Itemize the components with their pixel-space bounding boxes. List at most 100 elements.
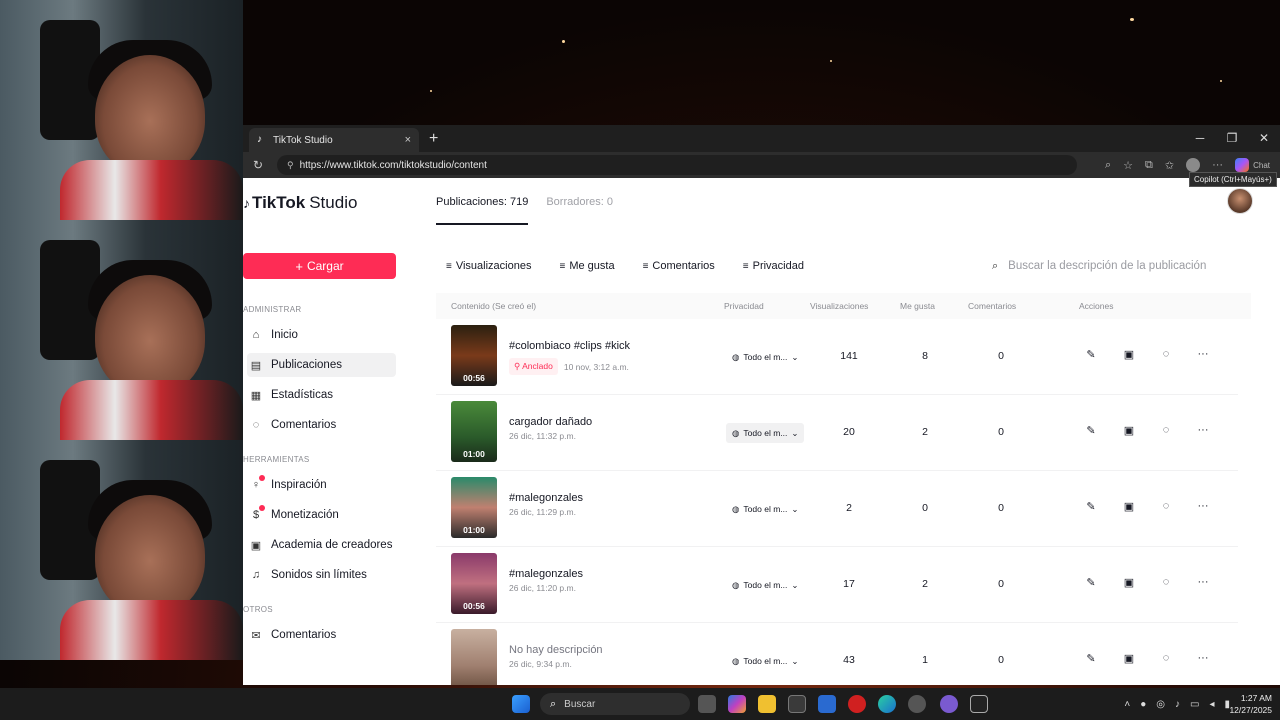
post-title[interactable]: #malegonzales [509, 492, 583, 504]
extensions-icon[interactable]: ⧉ [1145, 159, 1153, 172]
col-likes[interactable]: Me gusta [900, 301, 935, 311]
analytics-icon[interactable]: ▣ [1121, 576, 1137, 589]
minimize-button[interactable]: ─ [1184, 125, 1216, 152]
chatgpt-icon[interactable] [908, 695, 926, 713]
post-title[interactable]: cargador dañado [509, 416, 592, 428]
video-thumbnail[interactable] [451, 629, 497, 685]
browser-tab[interactable]: ♪ TikTok Studio × [249, 128, 419, 152]
sidebar-item-estadisticas[interactable]: ▦ Estadísticas [247, 383, 396, 407]
analytics-icon[interactable]: ▣ [1121, 500, 1137, 513]
more-options-icon[interactable]: ··· [1195, 652, 1211, 664]
table-row[interactable]: 00:56 #malegonzales 26 dic, 11:20 p.m. ◍… [436, 547, 1238, 623]
sidebar-item-sonidos[interactable]: ♫ Sonidos sin límites [247, 563, 396, 587]
analytics-icon[interactable]: ▣ [1121, 424, 1137, 437]
upload-button[interactable]: + Cargar [243, 253, 396, 279]
sidebar-item-inicio[interactable]: ⌂ Inicio [247, 323, 396, 347]
tab-publicaciones[interactable]: Publicaciones: 719 [436, 196, 529, 225]
more-options-icon[interactable]: ··· [1195, 424, 1211, 436]
comments-icon[interactable]: ◌ [1158, 424, 1174, 436]
more-options-icon[interactable]: ··· [1195, 576, 1211, 588]
filter-me-gusta[interactable]: ≡ Me gusta [549, 253, 625, 279]
privacy-select[interactable]: ◍ Todo el m... ⌄ [726, 499, 804, 519]
more-options-icon[interactable]: ··· [1195, 348, 1211, 360]
tray-app-icon[interactable]: ◎ [1156, 699, 1165, 710]
network-icon[interactable]: ▭ [1190, 699, 1199, 710]
app-icon[interactable] [940, 695, 958, 713]
privacy-select[interactable]: ◍ Todo el m... ⌄ [726, 575, 804, 595]
comments-icon[interactable]: ◌ [1158, 576, 1174, 588]
taskbar-search[interactable]: ⌕ Buscar [540, 693, 690, 715]
store-icon[interactable] [788, 695, 806, 713]
clock[interactable]: 1:27 AM 12/27/2025 [1229, 692, 1272, 716]
table-row[interactable]: 01:00 #malegonzales 26 dic, 11:29 p.m. ◍… [436, 471, 1238, 547]
sidebar-item-inspiracion[interactable]: ♀ Inspiración [247, 473, 396, 497]
windows-start-icon[interactable] [512, 695, 530, 713]
edit-icon[interactable]: ✎ [1083, 500, 1099, 513]
copilot-label[interactable]: Chat [1253, 161, 1270, 170]
close-window-button[interactable]: ✕ [1248, 125, 1280, 152]
edit-icon[interactable]: ✎ [1083, 348, 1099, 361]
comments-icon[interactable]: ◌ [1158, 652, 1174, 664]
copilot-app-icon[interactable] [728, 695, 746, 713]
analytics-icon[interactable]: ▣ [1121, 652, 1137, 665]
privacy-select[interactable]: ◍ Todo el m... ⌄ [726, 423, 805, 443]
volume-icon[interactable]: ◂ [1209, 699, 1214, 710]
favorites-bar-icon[interactable]: ✩ [1165, 159, 1174, 172]
tab-borradores[interactable]: Borradores: 0 [546, 196, 613, 225]
video-thumbnail[interactable]: 00:56 [451, 553, 497, 614]
zoom-icon[interactable]: ⌕ [1105, 159, 1111, 172]
new-tab-button[interactable]: + [429, 130, 438, 148]
edge-icon[interactable] [878, 695, 896, 713]
favorite-icon[interactable]: ☆ [1123, 159, 1133, 172]
filter-visualizaciones[interactable]: ≡ Visualizaciones [436, 253, 542, 279]
site-info-icon[interactable]: ⚲ [287, 160, 294, 171]
tray-app-icon[interactable]: ● [1140, 699, 1146, 710]
task-view-icon[interactable] [698, 695, 716, 713]
profile-icon[interactable] [1186, 158, 1201, 172]
file-explorer-icon[interactable] [758, 695, 776, 713]
avatar[interactable] [1227, 188, 1253, 214]
filter-privacidad[interactable]: ≡ Privacidad [732, 253, 814, 279]
post-title[interactable]: No hay descripción [509, 644, 603, 656]
mail-icon[interactable] [818, 695, 836, 713]
microphone-icon[interactable]: ♪ [1175, 699, 1180, 710]
edit-icon[interactable]: ✎ [1083, 424, 1099, 437]
edit-icon[interactable]: ✎ [1083, 576, 1099, 589]
opera-icon[interactable] [848, 695, 866, 713]
privacy-select[interactable]: ◍ Todo el m... ⌄ [726, 347, 804, 367]
post-title[interactable]: #malegonzales [509, 568, 583, 580]
privacy-select[interactable]: ◍ Todo el m... ⌄ [726, 651, 804, 671]
filter-comentarios[interactable]: ≡ Comentarios [632, 253, 725, 279]
table-row[interactable]: 00:56 #colombiaco #clips #kick ⚲ Anclado… [436, 319, 1238, 395]
search-input[interactable] [1008, 260, 1239, 272]
restore-button[interactable]: ❐ [1216, 125, 1248, 152]
sidebar-item-academia[interactable]: ▣ Academia de creadores [247, 533, 396, 557]
capcut-icon[interactable] [970, 695, 988, 713]
url-field[interactable]: ⚲ https://www.tiktok.com/tiktokstudio/co… [277, 155, 1077, 175]
chevron-up-icon[interactable]: ˄ [1124, 699, 1130, 710]
col-comments[interactable]: Comentarios [968, 301, 1016, 311]
col-content[interactable]: Contenido (Se creó el) [451, 301, 536, 311]
post-title[interactable]: #colombiaco #clips #kick [509, 340, 630, 352]
video-thumbnail[interactable]: 01:00 [451, 401, 497, 462]
reload-icon[interactable]: ↻ [253, 158, 269, 172]
copilot-icon[interactable] [1235, 158, 1250, 172]
video-thumbnail[interactable]: 01:00 [451, 477, 497, 538]
close-tab-icon[interactable]: × [405, 134, 411, 146]
table-row[interactable]: 01:00 cargador dañado 26 dic, 11:32 p.m.… [436, 395, 1238, 471]
table-row[interactable]: No hay descripción 26 dic, 9:34 p.m. ◍ T… [436, 623, 1238, 685]
sidebar-item-monetizacion[interactable]: $ Monetización [247, 503, 396, 527]
col-views[interactable]: Visualizaciones [810, 301, 868, 311]
edit-icon[interactable]: ✎ [1083, 652, 1099, 665]
comments-icon[interactable]: ◌ [1158, 348, 1174, 360]
sidebar-item-feedback[interactable]: ✉ Comentarios [247, 623, 396, 647]
video-thumbnail[interactable]: 00:56 [451, 325, 497, 386]
post-date: 26 dic, 11:20 p.m. [509, 583, 576, 593]
sidebar-item-comentarios[interactable]: ◌ Comentarios [247, 413, 396, 437]
tiktok-studio-logo[interactable]: ♪ TikTok Studio [243, 193, 357, 213]
analytics-icon[interactable]: ▣ [1121, 348, 1137, 361]
comments-icon[interactable]: ◌ [1158, 500, 1174, 512]
more-options-icon[interactable]: ··· [1195, 500, 1211, 512]
sidebar-item-publicaciones[interactable]: ▤ Publicaciones [247, 353, 396, 377]
more-icon[interactable]: ··· [1212, 159, 1223, 171]
